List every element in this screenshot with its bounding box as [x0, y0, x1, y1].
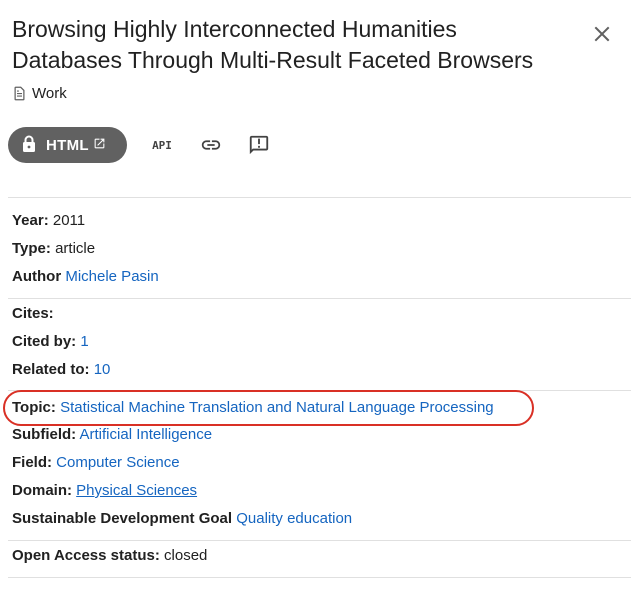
year-row: Year: 2011: [12, 211, 85, 231]
type-row: Type: article: [12, 239, 95, 259]
field-row: Field: Computer Science: [12, 453, 180, 473]
divider: [8, 298, 631, 299]
subfield-link[interactable]: Artificial Intelligence: [80, 426, 213, 443]
domain-row: Domain: Physical Sciences: [12, 481, 197, 501]
close-icon[interactable]: [590, 22, 614, 46]
related-row: Related to: 10: [12, 360, 110, 380]
cited-by-row: Cited by: 1: [12, 332, 89, 352]
type-key: Type:: [12, 240, 51, 257]
sdg-key: Sustainable Development Goal: [12, 510, 233, 527]
type-value: article: [55, 240, 96, 257]
topic-row: Topic: Statistical Machine Translation a…: [12, 398, 494, 418]
cited-by-key: Cited by:: [12, 333, 77, 350]
html-button[interactable]: HTML: [8, 127, 127, 163]
lock-icon: [22, 135, 36, 156]
api-label: API: [152, 138, 172, 152]
open-access-key: Open Access status:: [12, 547, 160, 564]
sdg-row: Sustainable Development Goal Quality edu…: [12, 509, 352, 529]
related-link[interactable]: 10: [94, 361, 111, 378]
work-type-label: Work: [12, 83, 67, 103]
work-title: Browsing Highly Interconnected Humanitie…: [12, 16, 534, 73]
open-access-row: Open Access status: closed: [12, 546, 207, 566]
divider: [8, 577, 631, 578]
divider: [8, 197, 631, 198]
subfield-row: Subfield: Artificial Intelligence: [12, 425, 212, 445]
related-key: Related to:: [12, 361, 90, 378]
year-value: 2011: [52, 212, 86, 229]
sdg-link[interactable]: Quality education: [236, 510, 352, 527]
api-button[interactable]: API: [144, 127, 180, 163]
field-key: Field:: [12, 454, 52, 471]
cited-by-link[interactable]: 1: [80, 333, 88, 350]
domain-link[interactable]: Physical Sciences: [76, 482, 197, 499]
divider: [8, 390, 631, 391]
toolbar: HTML API: [8, 127, 269, 163]
author-link[interactable]: Michele Pasin: [65, 268, 158, 285]
document-icon: [12, 86, 27, 101]
html-button-label: HTML: [46, 136, 89, 154]
cites-row: Cites:: [12, 304, 54, 324]
topic-key: Topic:: [12, 399, 56, 416]
work-type-text: Work: [32, 84, 67, 102]
author-row: Author Michele Pasin: [12, 267, 159, 287]
link-icon[interactable]: [198, 127, 224, 163]
domain-key: Domain:: [12, 482, 72, 499]
author-key: Author: [12, 268, 62, 285]
divider: [8, 540, 631, 541]
subfield-key: Subfield:: [12, 426, 77, 443]
field-link[interactable]: Computer Science: [56, 454, 179, 471]
open-access-value: closed: [164, 547, 208, 564]
year-key: Year:: [12, 212, 49, 229]
topic-link[interactable]: Statistical Machine Translation and Natu…: [60, 399, 494, 416]
cites-key: Cites:: [12, 305, 54, 322]
open-in-new-icon: [93, 137, 106, 154]
feedback-icon[interactable]: [246, 127, 272, 163]
